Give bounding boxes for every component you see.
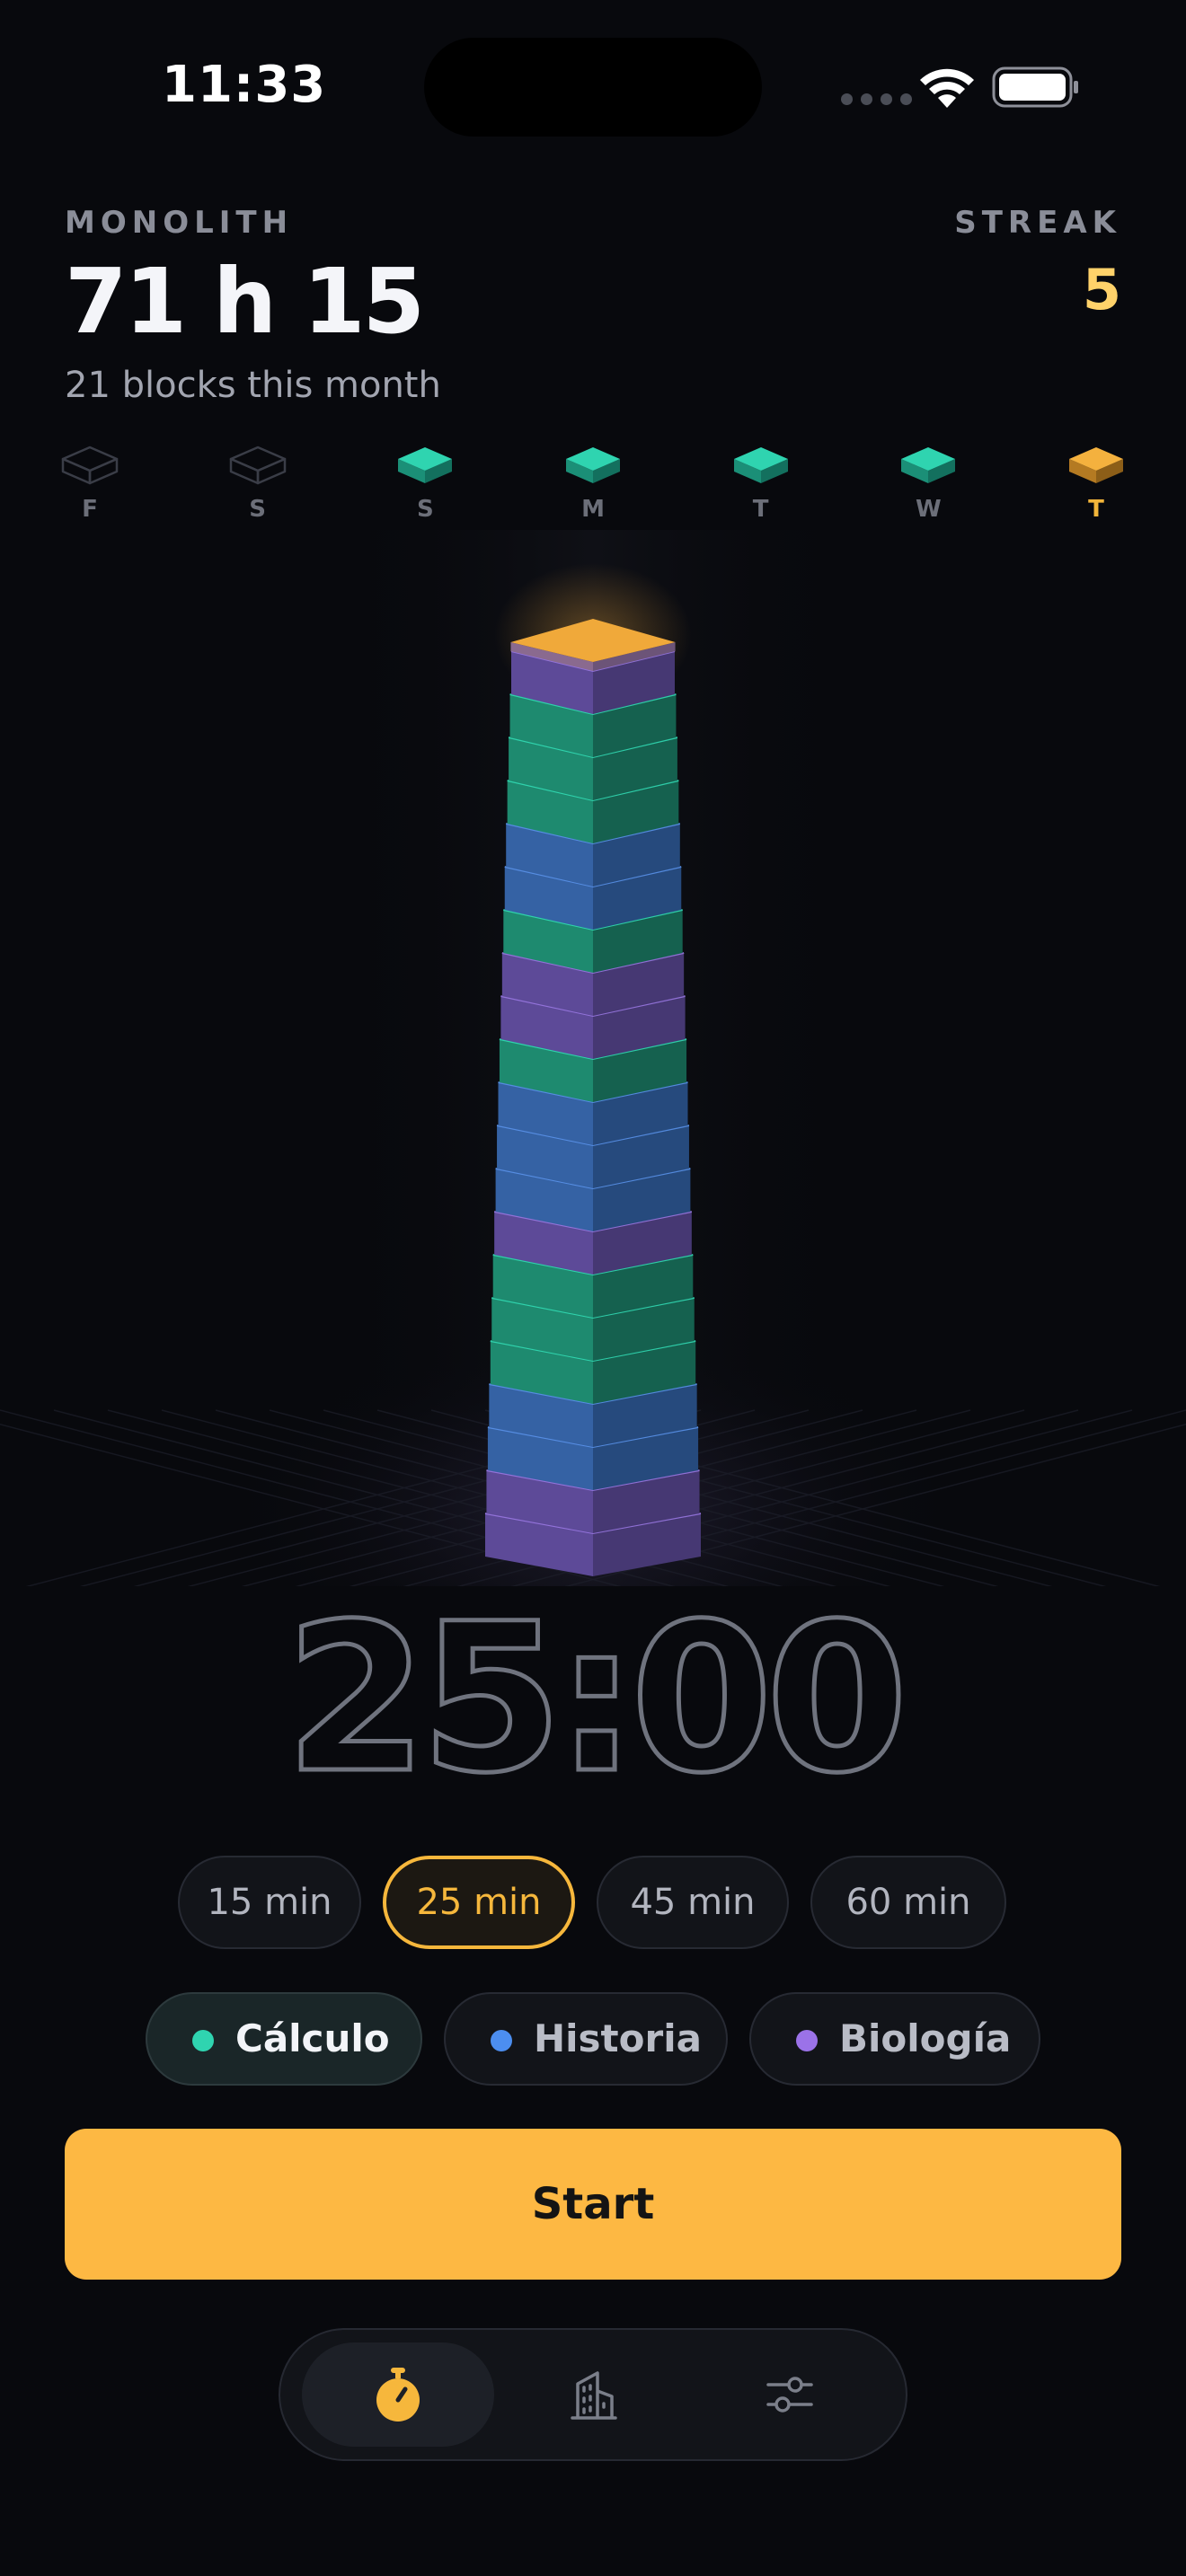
filled-block-icon — [398, 447, 453, 483]
subject-selector: Cálculo Historia Biología — [0, 1992, 1186, 2086]
subject-historia-chip[interactable]: Historia — [444, 1992, 728, 2086]
week-strip: FSSMTWT — [54, 444, 1132, 534]
tab-settings[interactable] — [694, 2342, 886, 2447]
day-1: S — [222, 444, 294, 523]
timer-display: 25:00 — [285, 1595, 901, 1802]
status-bar: 11:33 — [0, 0, 1186, 153]
cellular-signal-icon — [841, 93, 912, 105]
filled-block-icon — [733, 447, 788, 483]
day-2: S — [389, 444, 461, 523]
duration-15-button[interactable]: 15 min — [178, 1856, 361, 1949]
subject-color-dot — [192, 2030, 214, 2051]
streak-value: 5 — [1082, 257, 1121, 322]
blocks-count-subtitle: 21 blocks this month — [65, 365, 441, 406]
sliders-icon — [766, 2377, 813, 2413]
dynamic-island — [424, 38, 762, 137]
day-6: T — [1060, 444, 1132, 523]
start-button[interactable]: Start — [65, 2129, 1121, 2280]
duration-60-button[interactable]: 60 min — [810, 1856, 1006, 1949]
day-label: M — [581, 496, 605, 523]
streak-counter: STREAK 5 — [954, 205, 1121, 322]
subject-color-dot — [491, 2030, 512, 2051]
battery-icon — [992, 66, 1078, 108]
subject-label: Historia — [534, 2016, 702, 2060]
day-label: S — [416, 496, 434, 523]
subject-label: Biología — [839, 2016, 1012, 2060]
day-label: S — [249, 496, 267, 523]
duration-selector: 15 min 25 min 45 min 60 min — [0, 1856, 1186, 1949]
stopwatch-icon — [376, 2368, 420, 2422]
day-label: F — [82, 496, 98, 523]
subject-label: Cálculo — [235, 2016, 390, 2060]
streak-label: STREAK — [954, 205, 1121, 241]
empty-block-icon — [229, 446, 286, 485]
status-time: 11:33 — [162, 56, 327, 114]
day-5: W — [892, 444, 964, 523]
day-label: W — [915, 496, 942, 523]
wifi-icon — [920, 68, 974, 108]
day-0: F — [54, 444, 126, 523]
duration-45-button[interactable]: 45 min — [597, 1856, 789, 1949]
empty-block-icon — [61, 446, 119, 485]
filled-block-icon — [1069, 447, 1123, 483]
day-3: M — [557, 444, 629, 523]
stats-header: MONOLITH 71 h 15 21 blocks this month ST… — [65, 205, 1121, 411]
tab-monolith[interactable] — [498, 2342, 690, 2447]
tab-timer[interactable] — [302, 2342, 494, 2447]
duration-25-button[interactable]: 25 min — [383, 1856, 575, 1949]
countdown-timer: 25:00 — [0, 1595, 1186, 1802]
filled-block-icon — [901, 447, 956, 483]
building-icon — [571, 2371, 617, 2420]
day-label: T — [752, 496, 769, 523]
day-label: T — [1088, 496, 1104, 523]
bottom-tab-bar — [279, 2328, 907, 2461]
subject-biologia-chip[interactable]: Biología — [749, 1992, 1040, 2086]
tower-graphic — [0, 530, 1186, 1586]
subject-calculo-chip[interactable]: Cálculo — [146, 1992, 422, 2086]
day-4: T — [725, 444, 797, 523]
monolith-tower — [0, 530, 1186, 1586]
subject-color-dot — [796, 2030, 818, 2051]
filled-block-icon — [566, 447, 620, 483]
